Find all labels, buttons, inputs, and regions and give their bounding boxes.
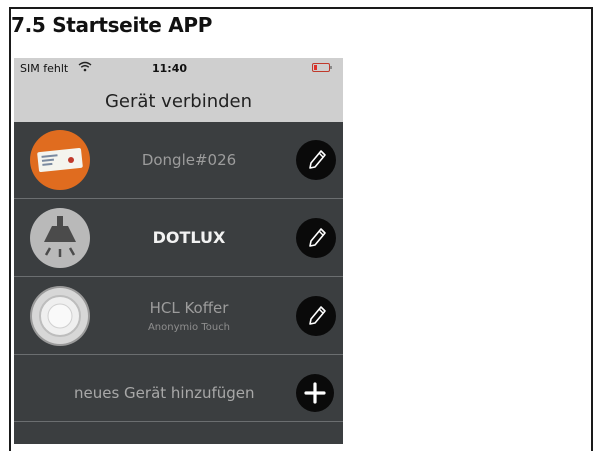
round-device-thumbnail xyxy=(30,286,90,346)
nav-title: Gerät verbinden xyxy=(104,90,253,112)
device-row-dongle[interactable]: Dongle#026 xyxy=(14,122,343,199)
section-title: 7.5 Startseite APP xyxy=(11,13,213,37)
device-row-hcl-koffer[interactable]: HCL Koffer Anonymio Touch xyxy=(14,278,343,355)
lamp-thumbnail xyxy=(30,208,90,268)
dongle-thumbnail xyxy=(30,130,90,190)
pencil-icon[interactable] xyxy=(296,218,336,258)
wifi-icon xyxy=(78,61,92,75)
add-device-row[interactable]: neues Gerät hinzufügen xyxy=(14,364,343,422)
device-name: DOTLUX xyxy=(152,228,226,247)
device-subtitle: Anonymio Touch xyxy=(147,322,231,333)
battery-low-icon xyxy=(312,63,332,72)
clock: 11:40 xyxy=(152,62,188,75)
nav-bar: Gerät verbinden xyxy=(14,80,343,122)
phone-screen: SIM fehlt 11:40 Gerät verbinden Dongle#0… xyxy=(14,58,343,444)
device-name: Dongle#026 xyxy=(141,151,237,169)
add-device-label: neues Gerät hinzufügen xyxy=(74,384,255,402)
plus-icon[interactable] xyxy=(296,374,334,412)
status-bar: SIM fehlt 11:40 xyxy=(14,58,343,80)
device-name: HCL Koffer xyxy=(149,299,229,317)
carrier-label: SIM fehlt xyxy=(20,62,69,75)
device-row-dotlux[interactable]: DOTLUX xyxy=(14,200,343,277)
pencil-icon[interactable] xyxy=(296,140,336,180)
pencil-icon[interactable] xyxy=(296,296,336,336)
